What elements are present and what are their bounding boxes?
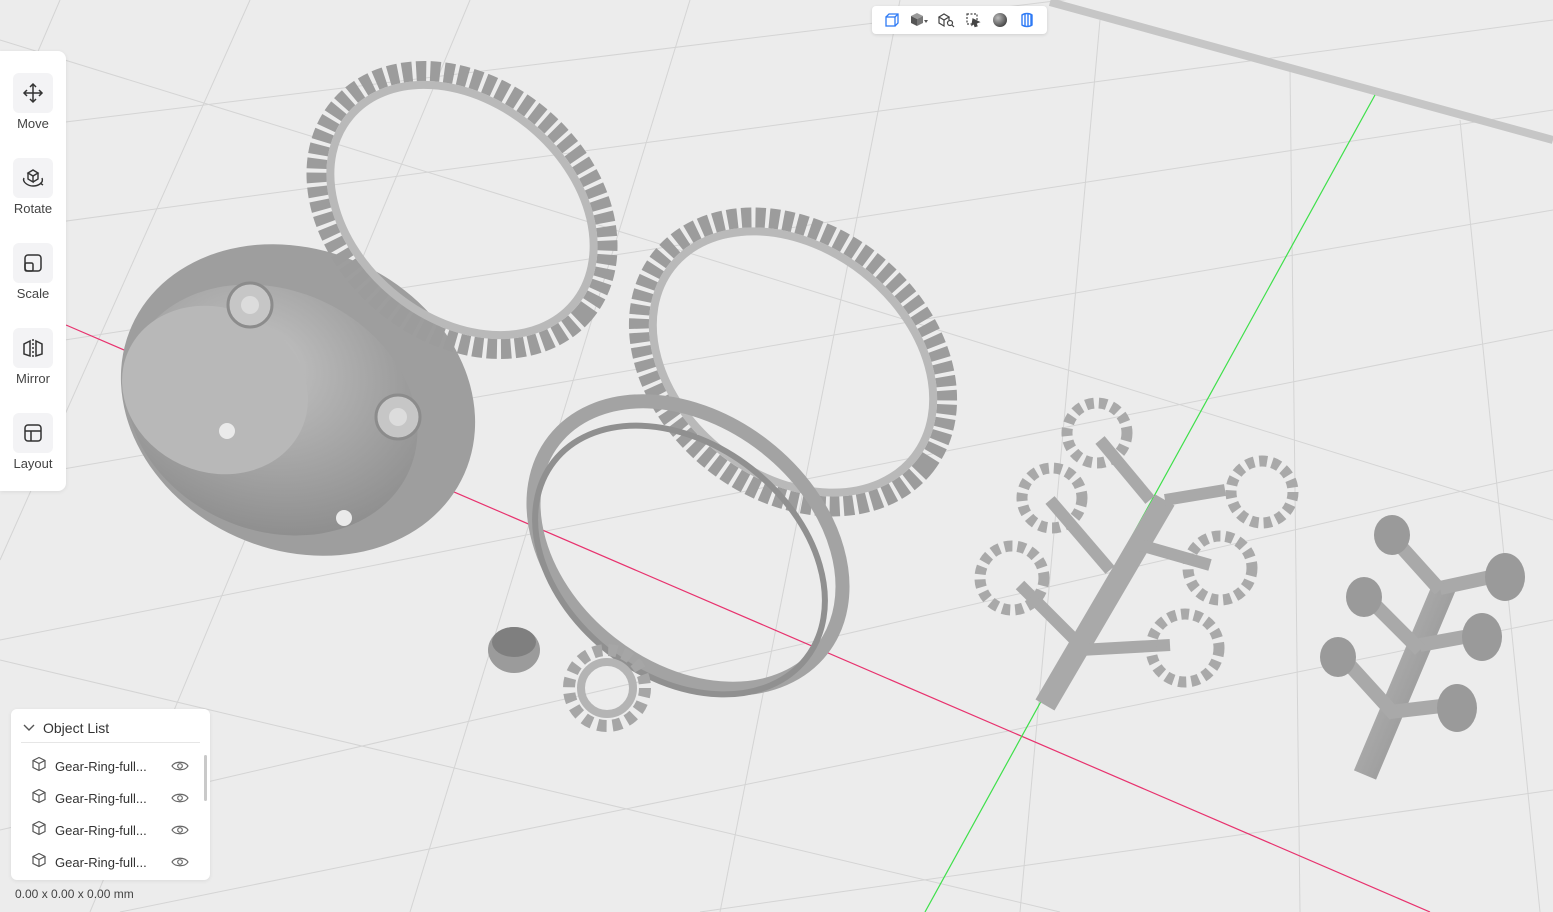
gear-ring-right-model[interactable]: [582, 158, 1004, 567]
tool-scale[interactable]: Scale: [0, 243, 66, 313]
gear-ring-body-model[interactable]: [71, 189, 526, 611]
tool-rotate-label: Rotate: [13, 201, 53, 216]
transform-toolbar: Move Rotate Scale Mirror Layout: [0, 51, 66, 491]
tool-layout[interactable]: Layout: [0, 413, 66, 483]
select-cursor-icon[interactable]: [962, 9, 984, 31]
object-name: Gear-Ring-full...: [55, 790, 147, 806]
move-icon: [13, 73, 53, 113]
visibility-eye-icon[interactable]: [171, 791, 189, 805]
cube-search-icon[interactable]: [935, 9, 957, 31]
visibility-eye-icon[interactable]: [171, 823, 189, 837]
object-list-item[interactable]: Gear-Ring-full...: [31, 787, 191, 809]
visibility-eye-icon[interactable]: [171, 855, 189, 869]
wireframe-cube-icon[interactable]: [881, 9, 903, 31]
mirror-icon: [13, 328, 53, 368]
cube-icon: [31, 820, 47, 841]
object-name: Gear-Ring-full...: [55, 758, 147, 774]
tool-mirror[interactable]: Mirror: [0, 328, 66, 398]
object-list-item[interactable]: Gear-Ring-full...: [31, 851, 191, 873]
object-list-divider: [21, 742, 200, 743]
object-list-scrollbar[interactable]: [204, 755, 207, 801]
object-name: Gear-Ring-full...: [55, 822, 147, 838]
gear-sprue-tree-model[interactable]: [974, 397, 1299, 711]
cube-icon: [31, 756, 47, 777]
tool-mirror-label: Mirror: [16, 371, 50, 386]
tool-layout-label: Layout: [13, 456, 53, 471]
object-list-header[interactable]: Object List: [23, 719, 109, 737]
band-ring-model[interactable]: [477, 342, 899, 750]
object-list-item[interactable]: Gear-Ring-full...: [31, 819, 191, 841]
sphere-shading-icon[interactable]: [989, 9, 1011, 31]
3d-viewport[interactable]: [0, 0, 1553, 912]
layers-view-icon[interactable]: [1016, 9, 1038, 31]
object-list-title: Object List: [43, 720, 110, 736]
view-toolbar: [872, 6, 1047, 34]
scale-icon: [13, 243, 53, 283]
cube-icon: [31, 852, 47, 873]
tool-rotate[interactable]: Rotate: [0, 158, 66, 228]
object-name: Gear-Ring-full...: [55, 854, 147, 870]
small-cup-model[interactable]: [488, 627, 540, 673]
visibility-eye-icon[interactable]: [171, 759, 189, 773]
tool-move[interactable]: Move: [0, 73, 66, 143]
build-plate-edge: [1048, 0, 1553, 144]
tool-scale-label: Scale: [16, 286, 50, 301]
tool-move-label: Move: [17, 116, 49, 131]
layout-icon: [13, 413, 53, 453]
y-axis-line: [924, 94, 1376, 912]
cube-icon: [31, 788, 47, 809]
selection-dimensions: 0.00 x 0.00 x 0.00 mm: [15, 887, 134, 901]
object-list-item[interactable]: Gear-Ring-full...: [31, 755, 191, 777]
cup-sprue-tree-model[interactable]: [1320, 515, 1525, 780]
chevron-down-icon: [23, 719, 35, 737]
rotate-icon: [13, 158, 53, 198]
solid-cube-dropdown-icon[interactable]: [908, 9, 930, 31]
object-list-panel: Object List Gear-Ring-full... Gear-Ring-…: [11, 709, 210, 880]
